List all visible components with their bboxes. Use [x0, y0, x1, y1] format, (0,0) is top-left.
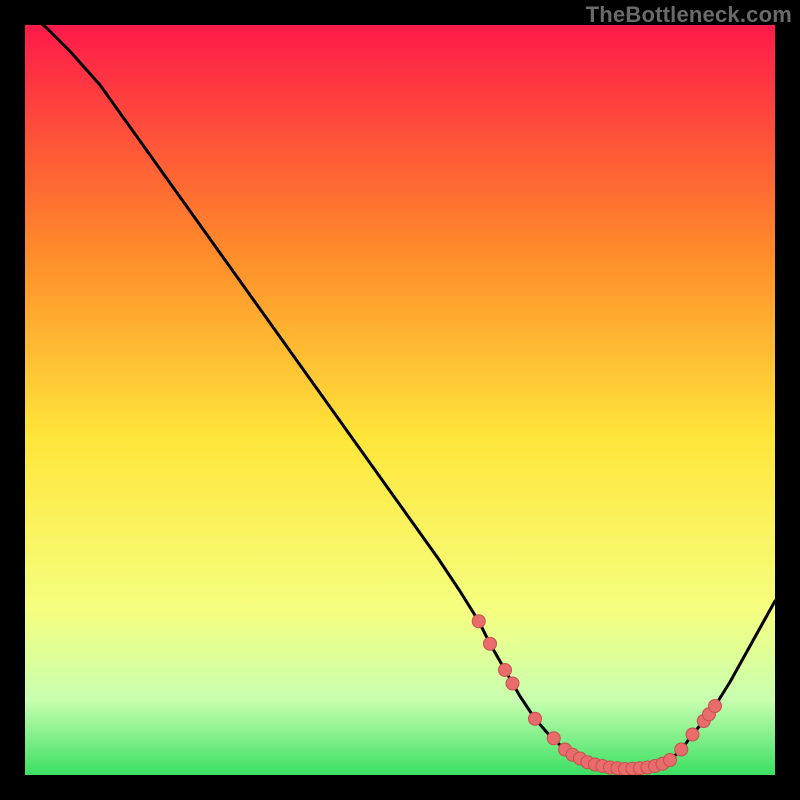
- data-marker: [529, 712, 542, 725]
- data-marker: [709, 700, 722, 713]
- data-marker: [686, 728, 699, 741]
- data-marker: [506, 677, 519, 690]
- chart-svg: [25, 25, 775, 775]
- watermark-text: TheBottleneck.com: [586, 2, 792, 28]
- data-marker: [547, 732, 560, 745]
- data-marker: [664, 754, 677, 767]
- data-marker: [472, 615, 485, 628]
- data-marker: [484, 637, 497, 650]
- chart-frame: TheBottleneck.com: [0, 0, 800, 800]
- data-marker: [675, 743, 688, 756]
- data-marker: [499, 664, 512, 677]
- plot-area: [25, 25, 775, 775]
